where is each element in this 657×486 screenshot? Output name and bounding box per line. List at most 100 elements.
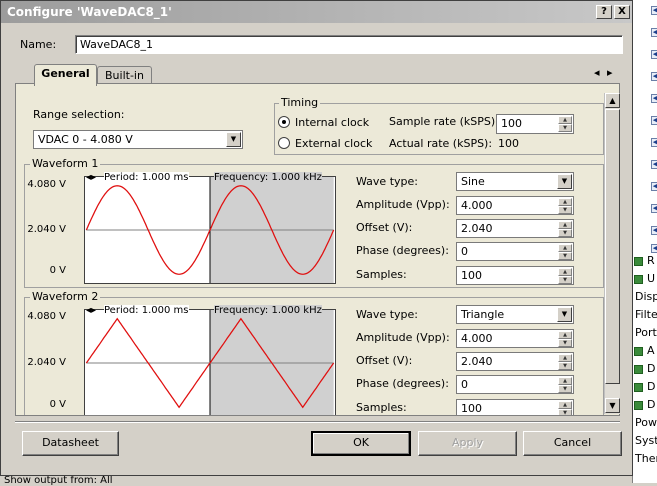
wave-1-amplitude-stepper[interactable]: 4.000 ▲ ▼	[456, 196, 574, 215]
background-output-bar: Show output from: All	[0, 475, 632, 486]
spin-up-icon[interactable]: ▲	[558, 268, 572, 276]
spin-up-icon[interactable]: ▲	[558, 198, 572, 206]
wave-2-type-value: Triangle	[461, 308, 505, 321]
samples-label: Samples:	[356, 401, 407, 414]
tab-scroll-right-icon[interactable]: ▸	[607, 66, 613, 79]
wave-1-offset-value: 2.040	[461, 222, 493, 235]
range-selection-label: Range selection:	[33, 108, 125, 121]
bg-tree-text: Displ	[635, 290, 657, 303]
wave-2-samples-value: 100	[461, 402, 482, 415]
spin-down-icon[interactable]: ▼	[558, 124, 572, 132]
datasheet-button[interactable]: Datasheet	[22, 431, 119, 456]
bg-tree-text: R	[647, 254, 655, 267]
wave-2-amplitude-stepper[interactable]: 4.000 ▲ ▼	[456, 329, 574, 348]
component-icon	[634, 401, 643, 410]
period-arrow-icon: ◂▸	[86, 305, 97, 316]
spin-down-icon[interactable]: ▼	[558, 229, 572, 237]
y-tick-label: 4.080 V	[27, 311, 66, 322]
name-label: Name:	[20, 38, 57, 51]
spin-up-icon[interactable]: ▲	[558, 331, 572, 339]
spin-up-icon[interactable]: ▲	[558, 354, 572, 362]
actual-rate-value: 100	[498, 137, 519, 150]
wave-2-offset-stepper[interactable]: 2.040 ▲ ▼	[456, 352, 574, 371]
wave-type-label: Wave type:	[356, 308, 418, 321]
configure-dialog: Configure 'WaveDAC8_1' ? X Name: WaveDAC…	[0, 0, 633, 476]
samples-label: Samples:	[356, 268, 407, 281]
wave-1-phase-value: 0	[461, 245, 468, 258]
spin-up-icon[interactable]: ▲	[558, 116, 572, 124]
close-button[interactable]: X	[614, 5, 630, 19]
tab-general[interactable]: General	[34, 64, 97, 86]
y-tick-label: 2.040 V	[27, 357, 66, 368]
amplitude-label: Amplitude (Vpp):	[356, 198, 450, 211]
spin-up-icon[interactable]: ▲	[558, 221, 572, 229]
help-button[interactable]: ?	[596, 5, 612, 19]
internal-clock-radio[interactable]	[278, 116, 290, 128]
spin-down-icon[interactable]: ▼	[558, 362, 572, 370]
chevron-down-icon[interactable]: ▼	[557, 307, 572, 322]
tree-expand-icon: ◀	[651, 28, 657, 37]
spin-down-icon[interactable]: ▼	[558, 385, 572, 393]
wave-1-type-dropdown[interactable]: Sine ▼	[456, 172, 574, 191]
wave-2-type-dropdown[interactable]: Triangle ▼	[456, 305, 574, 324]
spin-down-icon[interactable]: ▼	[558, 252, 572, 260]
bg-tree-text: D	[647, 380, 656, 393]
scrollbar-thumb[interactable]	[605, 109, 620, 384]
spin-down-icon[interactable]: ▼	[558, 206, 572, 214]
scroll-up-icon[interactable]: ▲	[605, 93, 620, 108]
bg-tree-text: A	[647, 344, 655, 357]
tree-expand-icon: ◀	[651, 116, 657, 125]
wave-1-samples-value: 100	[461, 269, 482, 282]
component-icon	[634, 257, 643, 266]
cancel-button[interactable]: Cancel	[523, 431, 622, 456]
range-selection-dropdown[interactable]: VDAC 0 - 4.080 V ▼	[33, 130, 243, 149]
wave-1-samples-stepper[interactable]: 100 ▲ ▼	[456, 266, 574, 285]
wave-1-amplitude-value: 4.000	[461, 199, 493, 212]
internal-clock-label: Internal clock	[295, 116, 370, 129]
bg-tree-text: Syste	[635, 434, 657, 447]
chevron-down-icon[interactable]: ▼	[557, 174, 572, 189]
bg-tree-text: Therm	[635, 452, 657, 465]
spin-up-icon[interactable]: ▲	[558, 401, 572, 409]
spin-down-icon[interactable]: ▼	[558, 276, 572, 284]
apply-button[interactable]: Apply	[418, 431, 517, 456]
period-arrow-icon: ◂▸	[86, 172, 97, 183]
tree-expand-icon: ◀	[651, 182, 657, 191]
component-icon	[634, 383, 643, 392]
offset-label: Offset (V):	[356, 221, 413, 234]
scroll-down-icon[interactable]: ▼	[605, 398, 620, 413]
spin-down-icon[interactable]: ▼	[558, 409, 572, 415]
tab-scroll-left-icon[interactable]: ◂	[594, 66, 600, 79]
general-tab-panel: Range selection: VDAC 0 - 4.080 V ▼ Timi…	[15, 83, 620, 416]
tree-expand-icon: ◀	[651, 204, 657, 213]
sample-rate-stepper[interactable]: 100 ▲ ▼	[496, 114, 574, 134]
waveform-2-title: Waveform 2	[30, 290, 101, 303]
waveform-1-plot	[84, 176, 336, 284]
wave-2-samples-stepper[interactable]: 100 ▲ ▼	[456, 399, 574, 415]
sample-rate-label: Sample rate (kSPS):	[389, 115, 499, 128]
spin-up-icon[interactable]: ▲	[558, 244, 572, 252]
panel-scrollbar[interactable]: ▲ ▼	[604, 93, 620, 414]
wave-1-offset-stepper[interactable]: 2.040 ▲ ▼	[456, 219, 574, 238]
wave-2-phase-stepper[interactable]: 0 ▲ ▼	[456, 375, 574, 394]
spin-up-icon[interactable]: ▲	[558, 377, 572, 385]
bg-tree-text: Ports	[635, 326, 657, 339]
wave-2-offset-value: 2.040	[461, 355, 493, 368]
wave-1-type-value: Sine	[461, 175, 485, 188]
timing-group-title: Timing	[279, 96, 321, 109]
waveform-2-frequency: Frequency: 1.000 kHz	[214, 305, 322, 316]
tree-expand-icon: ◀	[651, 138, 657, 147]
window-title: Configure 'WaveDAC8_1'	[7, 5, 172, 19]
spin-down-icon[interactable]: ▼	[558, 339, 572, 347]
external-clock-radio[interactable]	[278, 137, 290, 149]
waveform-1-title: Waveform 1	[30, 157, 101, 170]
bg-tree-text: Powe	[635, 416, 657, 429]
y-tick-label: 0 V	[49, 399, 66, 410]
name-input[interactable]: WaveDAC8_1	[75, 35, 623, 54]
tree-expand-icon: ◀	[651, 50, 657, 59]
wave-2-amplitude-value: 4.000	[461, 332, 493, 345]
title-bar[interactable]: Configure 'WaveDAC8_1' ? X	[1, 1, 632, 23]
ok-button[interactable]: OK	[311, 431, 411, 456]
wave-1-phase-stepper[interactable]: 0 ▲ ▼	[456, 242, 574, 261]
chevron-down-icon[interactable]: ▼	[226, 132, 241, 147]
